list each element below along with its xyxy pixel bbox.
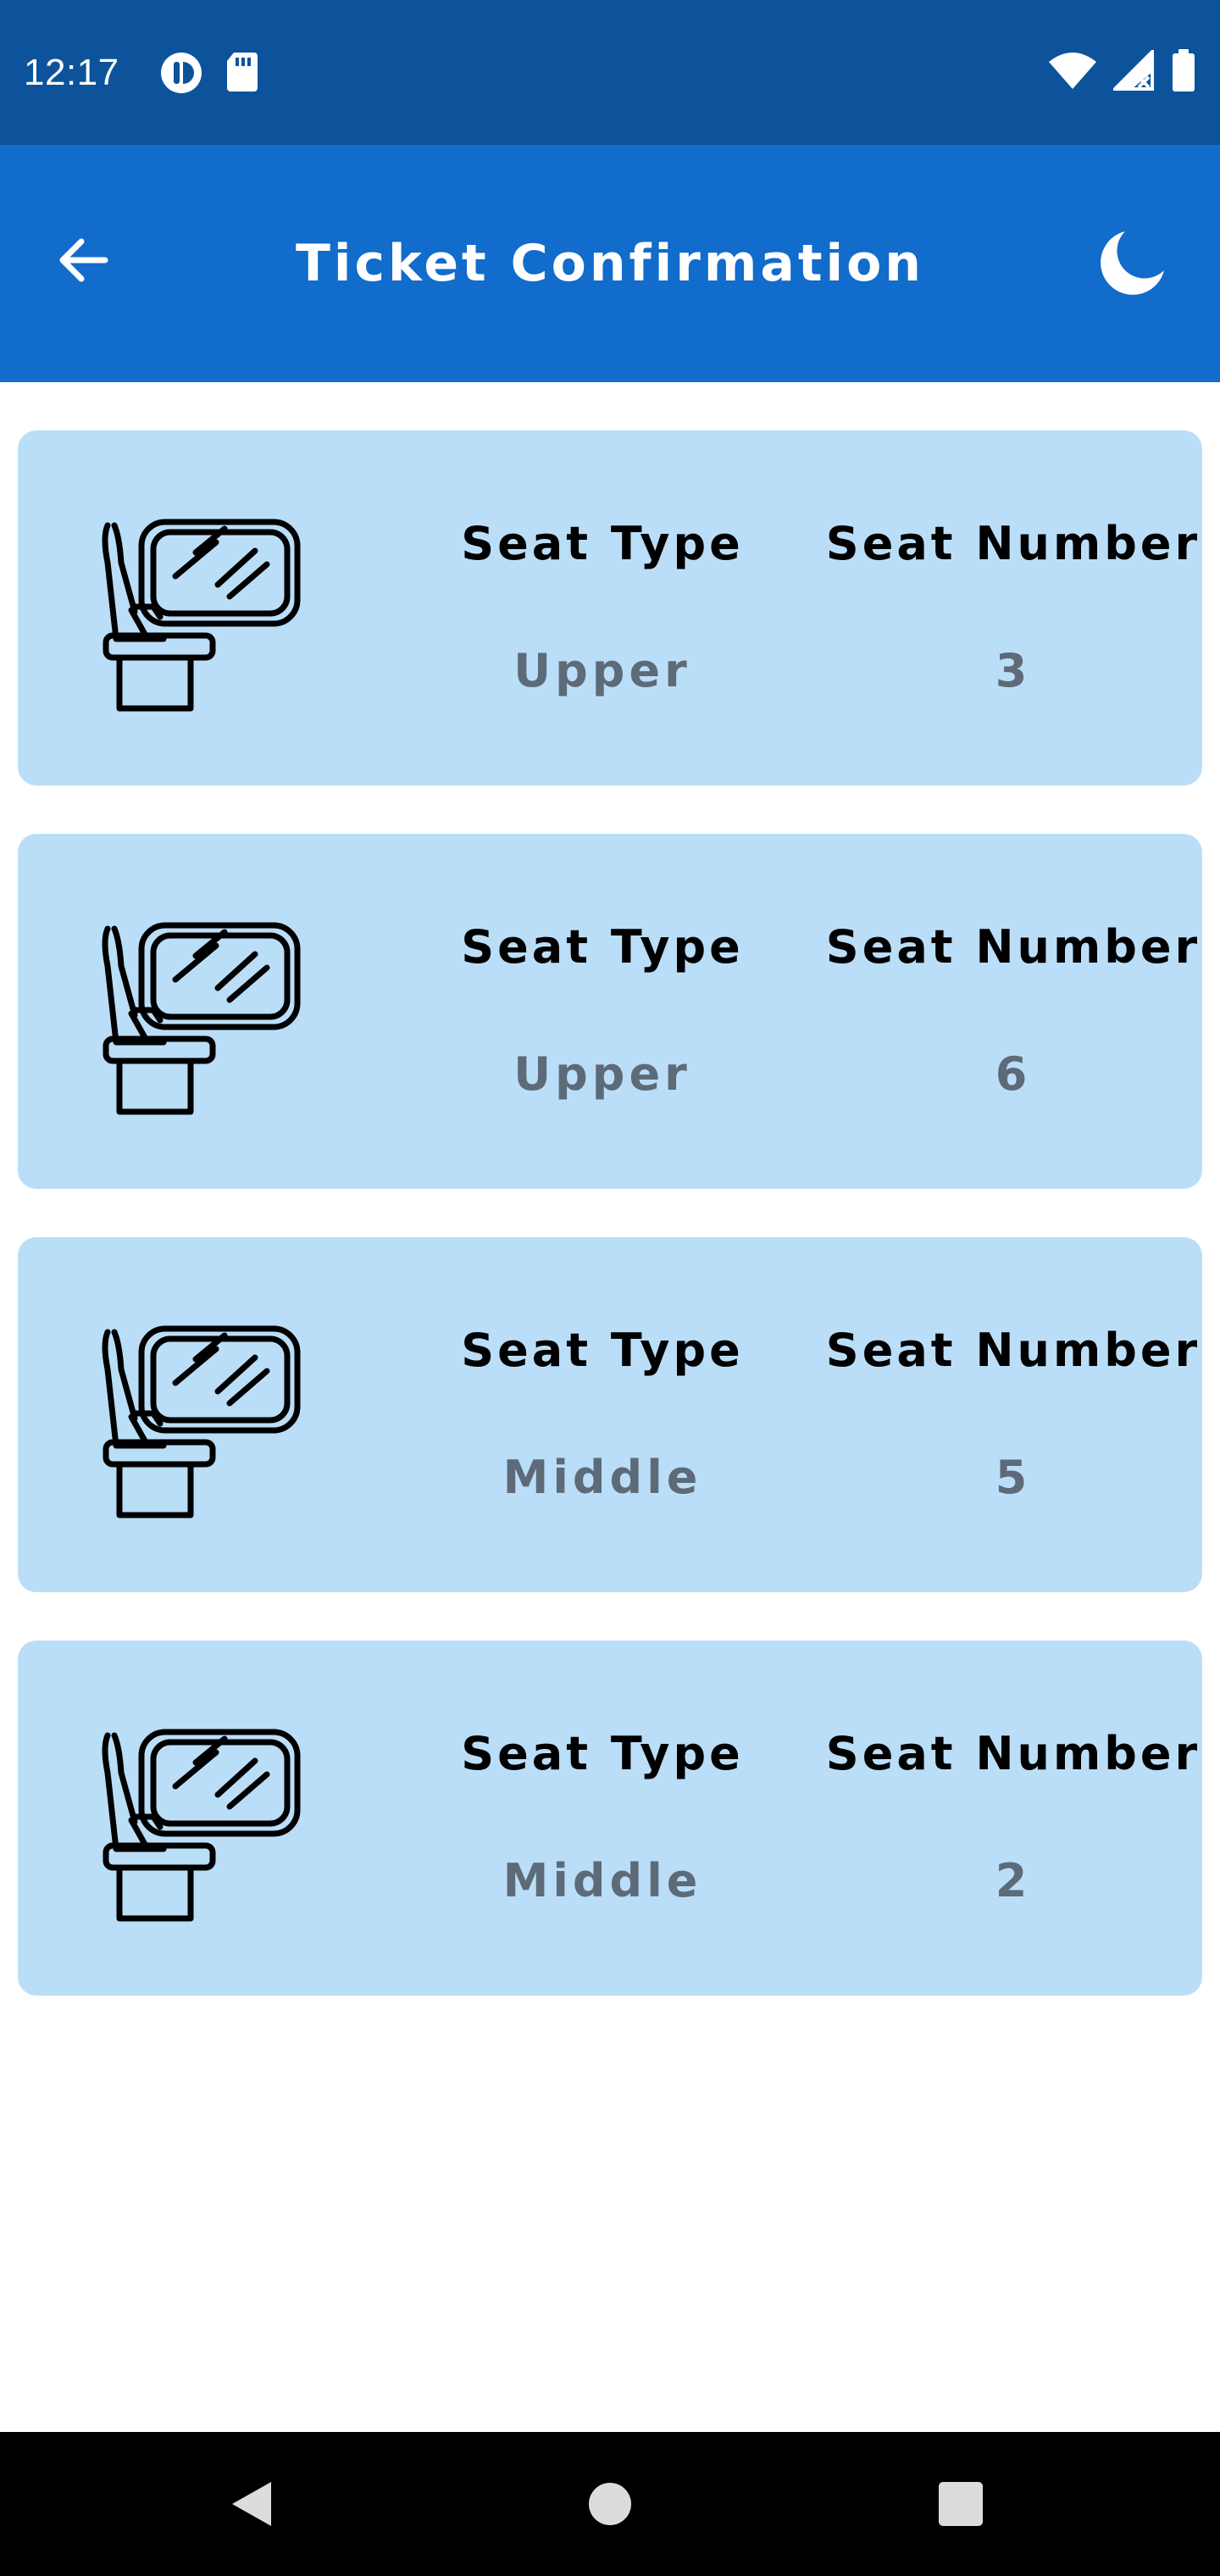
seat-type-label: Seat Type (461, 1324, 744, 1377)
seat-number-value: 5 (995, 1451, 1032, 1504)
recents-square-icon (939, 2482, 983, 2526)
seat-number-label: Seat Number (825, 1727, 1201, 1780)
seat-number-value: 2 (995, 1854, 1032, 1907)
wifi-icon (1049, 52, 1096, 92)
seat-number-label: Seat Number (825, 1324, 1201, 1377)
seat-type-label: Seat Type (461, 517, 744, 570)
arrow-back-icon (59, 238, 108, 282)
seat-card[interactable]: Seat Type Upper Seat Number 3 (18, 430, 1202, 786)
seat-number-value: 3 (995, 644, 1032, 697)
dark-mode-toggle[interactable] (1091, 223, 1173, 304)
nav-back-button[interactable] (214, 2466, 291, 2542)
seat-number-value: 6 (995, 1047, 1032, 1101)
nav-home-button[interactable] (572, 2466, 648, 2542)
seat-list: Seat Type Upper Seat Number 3 Seat Type (18, 430, 1202, 2044)
seat-window-icon (102, 519, 301, 712)
seat-window-icon (102, 1325, 301, 1518)
sd-card-icon (225, 51, 259, 98)
app-bar: Ticket Confirmation (0, 145, 1220, 382)
status-time: 12:17 (24, 52, 119, 93)
nav-recents-button[interactable] (923, 2466, 999, 2542)
seat-card[interactable]: Seat Type Middle Seat Number 2 (18, 1641, 1202, 1996)
system-nav-bar (0, 2432, 1220, 2576)
app-notification-icon (159, 51, 203, 98)
seat-type-label: Seat Type (461, 1727, 744, 1780)
seat-type-value: Middle (502, 1451, 702, 1504)
seat-type-value: Upper (513, 644, 691, 697)
seat-card[interactable]: Seat Type Upper Seat Number 6 (18, 834, 1202, 1189)
seat-number-label: Seat Number (825, 920, 1201, 974)
page-title: Ticket Confirmation (295, 234, 925, 293)
seat-number-label: Seat Number (825, 517, 1201, 570)
back-triangle-icon (232, 2482, 271, 2526)
seat-card[interactable]: Seat Type Middle Seat Number 5 (18, 1237, 1202, 1592)
seat-type-value: Upper (513, 1047, 691, 1101)
home-circle-icon (589, 2483, 631, 2525)
moon-icon (1101, 231, 1164, 295)
back-button[interactable] (44, 221, 122, 299)
seat-window-icon (102, 922, 301, 1115)
seat-window-icon (102, 1729, 301, 1922)
signal-icon (1111, 47, 1154, 94)
seat-type-label: Seat Type (461, 920, 744, 974)
status-bar: 12:17 (0, 0, 1220, 145)
battery-icon (1171, 49, 1196, 95)
seat-type-value: Middle (502, 1854, 702, 1907)
